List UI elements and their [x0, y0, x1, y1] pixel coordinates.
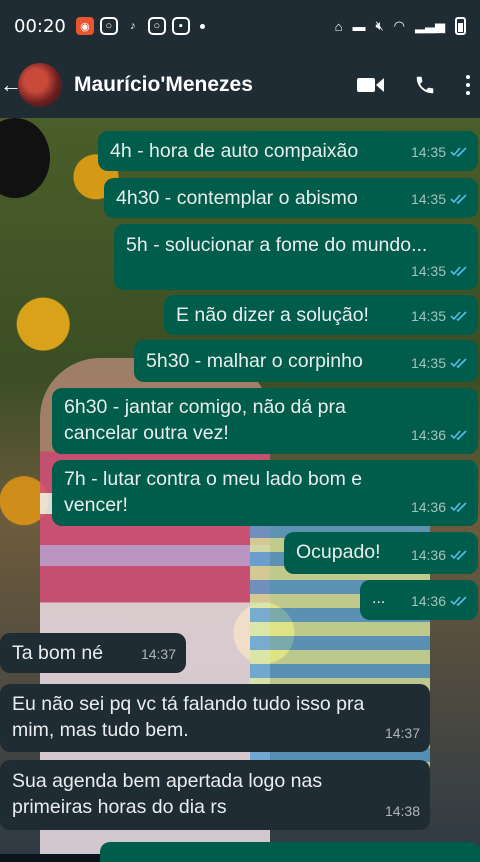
mute-icon: 🔇︎ — [375, 18, 384, 33]
video-call-icon[interactable] — [357, 78, 384, 92]
chat-area[interactable]: 4h - hora de auto compaixão 14:35 4h30 -… — [0, 118, 480, 854]
message-time: 14:36 — [410, 499, 446, 515]
message-time: 14:35 — [410, 144, 446, 160]
more-options-icon[interactable] — [466, 75, 470, 95]
message-bubble-outgoing[interactable]: ... 14:36 — [360, 580, 478, 620]
instagram-icon: ○ — [99, 17, 118, 35]
message-time: 14:35 — [410, 355, 446, 371]
chat-header: ← Maurício'Menezes — [0, 52, 480, 118]
back-arrow-icon[interactable]: ← — [0, 72, 22, 98]
message-bubble-outgoing[interactable]: 7h - lutar contra o meu lado bom e vence… — [52, 460, 478, 526]
nfc-icon: ⌂ — [334, 18, 343, 34]
read-ticks-icon — [450, 147, 468, 157]
contact-name[interactable]: Maurício'Menezes — [74, 73, 357, 97]
status-time: 00:20 — [14, 15, 66, 37]
app-notification-icon: ◉ — [75, 17, 94, 35]
message-time: 14:35 — [410, 263, 446, 279]
wifi-icon: ◠ — [393, 18, 405, 33]
message-bubble-outgoing[interactable]: 4h - hora de auto compaixão 14:35 — [98, 131, 478, 171]
message-text: 7h - lutar contra o meu lado bom e vence… — [64, 468, 363, 516]
read-ticks-icon — [450, 266, 468, 276]
message-bubble-incoming[interactable]: Sua agenda bem apertada logo nas primeir… — [0, 760, 430, 830]
read-ticks-icon — [450, 358, 468, 368]
message-bubble-outgoing[interactable]: 4h30 - contemplar o abismo 14:35 — [104, 178, 478, 218]
media-icon: ▪ — [171, 17, 190, 35]
message-text: Sua agenda bem apertada logo nas primeir… — [12, 770, 323, 818]
battery-icon — [455, 17, 466, 35]
message-bubble-outgoing[interactable]: Ocupado! 14:36 — [284, 532, 478, 574]
message-time: 14:35 — [410, 191, 446, 207]
read-ticks-icon — [450, 194, 468, 204]
status-bar: 00:20 ◉ ○ ♪ ○ ▪ ⌂ ▬ 🔇︎ ◠ ▂▃▅ — [0, 0, 480, 52]
wallpaper-decoration — [0, 118, 50, 198]
read-ticks-icon — [450, 311, 468, 321]
more-notifications-dot — [199, 23, 205, 29]
read-ticks-icon — [450, 502, 468, 512]
bed-icon: ▬ — [352, 18, 366, 34]
read-ticks-icon — [450, 550, 468, 560]
instagram-icon: ○ — [147, 17, 166, 35]
message-bubble-outgoing[interactable]: 5h30 - malhar o corpinho 14:35 — [134, 340, 478, 382]
message-time: 14:37 — [384, 725, 420, 741]
message-bubble-outgoing[interactable]: 5h - solucionar a fome do mundo... 14:35 — [114, 224, 478, 290]
message-text: Eu não sei pq vc tá falando tudo isso pr… — [12, 693, 365, 741]
message-text: 6h30 - jantar comigo, não dá pra cancela… — [64, 396, 346, 444]
message-time: 14:38 — [384, 803, 420, 819]
message-bubble-outgoing[interactable]: E não dizer a solução! 14:35 — [164, 295, 478, 335]
message-text: 5h - solucionar a fome do mundo... — [126, 234, 428, 256]
message-time: 14:36 — [410, 427, 446, 443]
message-bubble-incoming[interactable]: Eu não sei pq vc tá falando tudo isso pr… — [0, 684, 430, 752]
message-time: 14:36 — [410, 593, 446, 609]
message-time: 14:35 — [410, 308, 446, 324]
message-bubble-outgoing[interactable]: 6h30 - jantar comigo, não dá pra cancela… — [52, 388, 478, 454]
read-ticks-icon — [450, 596, 468, 606]
read-ticks-icon — [450, 430, 468, 440]
message-time: 14:37 — [140, 646, 176, 662]
signal-icon: ▂▃▅ — [415, 18, 445, 33]
voice-call-icon[interactable] — [414, 74, 436, 96]
next-message-partial — [100, 842, 480, 862]
message-time: 14:36 — [410, 547, 446, 563]
avatar[interactable] — [18, 63, 62, 107]
message-bubble-incoming[interactable]: Ta bom né 14:37 — [0, 633, 186, 673]
tiktok-icon: ♪ — [130, 20, 136, 32]
